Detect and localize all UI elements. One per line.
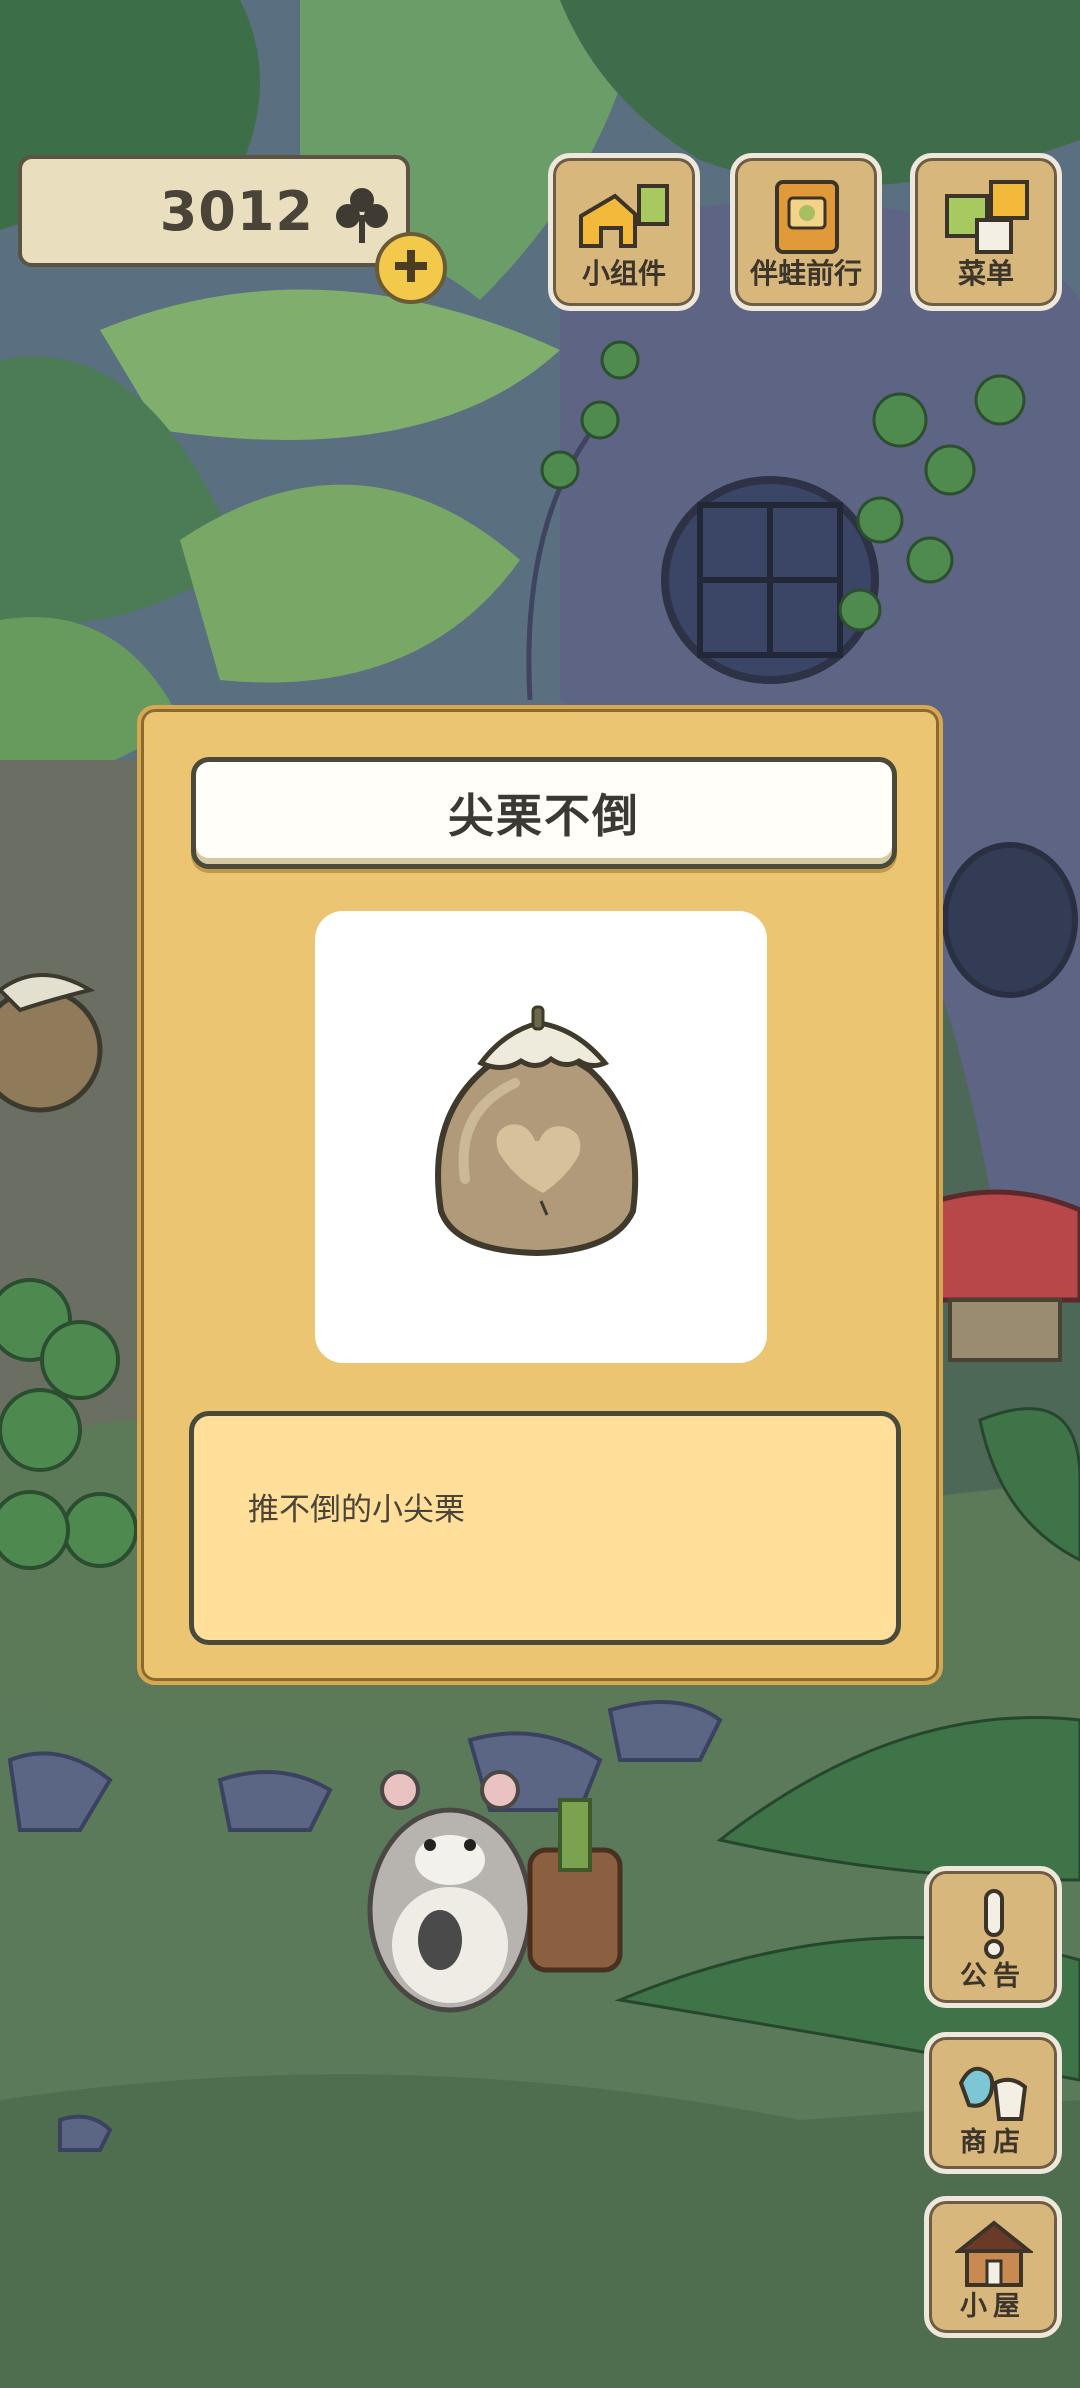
journey-label: 伴蛙前行 [749,257,862,290]
announcement-label: 公告 [960,1961,1026,1992]
widget-button[interactable]: 小组件 [548,153,700,311]
widget-label: 小组件 [581,257,666,290]
item-detail-dialog[interactable]: 尖栗不倒 推不倒的小尖栗 [137,705,943,1685]
shop-button[interactable]: 商店 [924,2032,1062,2174]
item-description: 推不倒的小尖栗 [248,1492,465,1528]
house-label: 小屋 [960,2291,1026,2322]
item-title-box: 尖栗不倒 [191,757,897,869]
plus-icon [391,246,431,290]
shop-bags-icon [955,2053,1033,2125]
house-button[interactable]: 小屋 [924,2196,1062,2338]
journey-button[interactable]: 伴蛙前行 [730,153,882,311]
item-title: 尖栗不倒 [448,789,640,843]
journal-icon [757,176,857,256]
currency-value: 3012 [159,179,314,243]
widget-icon [575,176,675,256]
clover-icon [334,185,390,245]
exclamation-icon [955,1887,1033,1959]
menu-button[interactable]: 菜单 [910,153,1062,311]
item-image-card [315,911,767,1363]
add-currency-button[interactable] [375,232,447,304]
house-icon [953,2217,1035,2289]
item-description-box: 推不倒的小尖栗 [189,1411,901,1645]
announcement-button[interactable]: 公告 [924,1866,1062,2008]
currency-display: 3012 [18,155,410,267]
chestnut-tumbler-icon [435,1005,639,1257]
menu-label: 菜单 [957,257,1014,290]
menu-icon [937,176,1037,256]
shop-label: 商店 [960,2127,1026,2158]
